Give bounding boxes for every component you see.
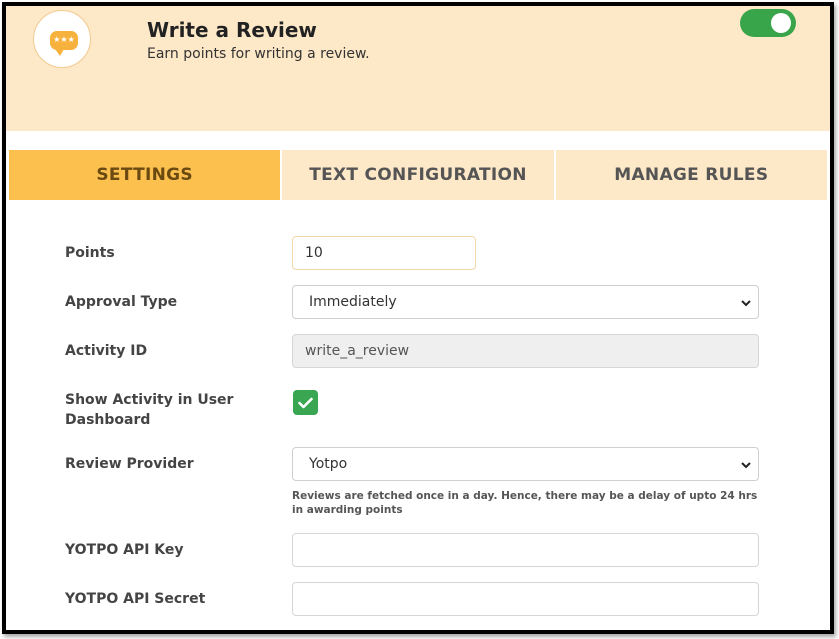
review-provider-label: Review Provider	[65, 456, 194, 472]
api-key-label: YOTPO API Key	[65, 542, 184, 558]
api-secret-label: YOTPO API Secret	[65, 591, 206, 607]
tab-settings[interactable]: SETTINGS	[9, 150, 281, 200]
review-provider-value: Yotpo	[309, 456, 348, 472]
activity-header: ★★★ Write a Review Earn points for writi…	[6, 6, 830, 131]
points-input[interactable]	[292, 236, 476, 270]
approval-type-value: Immediately	[309, 294, 397, 310]
points-label: Points	[65, 245, 115, 261]
activity-title: Write a Review	[147, 18, 317, 42]
activity-id-field	[292, 334, 759, 368]
approval-type-label: Approval Type	[65, 294, 178, 310]
review-bubble-icon: ★★★	[50, 31, 78, 56]
show-activity-checkbox[interactable]	[293, 390, 318, 415]
api-key-input[interactable]	[292, 533, 759, 567]
activity-enabled-toggle[interactable]	[740, 9, 796, 37]
activity-badge: ★★★	[33, 10, 91, 68]
review-provider-note: Reviews are fetched once in a day. Hence…	[292, 490, 758, 516]
app-window: ★★★ Write a Review Earn points for writi…	[2, 2, 834, 634]
approval-type-select[interactable]: Immediately	[292, 285, 759, 319]
review-provider-select[interactable]: Yotpo	[292, 447, 759, 481]
chevron-down-icon	[741, 300, 751, 307]
tab-text-configuration[interactable]: TEXT CONFIGURATION	[280, 150, 554, 200]
activity-subtitle: Earn points for writing a review.	[147, 46, 370, 62]
show-activity-label: Show Activity in User Dashboard	[65, 392, 234, 428]
api-secret-input[interactable]	[292, 582, 759, 616]
chevron-down-icon	[741, 462, 751, 469]
check-icon	[298, 397, 313, 408]
toggle-knob	[771, 13, 791, 33]
tab-manage-rules[interactable]: MANAGE RULES	[553, 150, 827, 200]
activity-id-label: Activity ID	[65, 343, 148, 359]
settings-tabs: SETTINGS TEXT CONFIGURATION MANAGE RULES	[9, 150, 827, 200]
